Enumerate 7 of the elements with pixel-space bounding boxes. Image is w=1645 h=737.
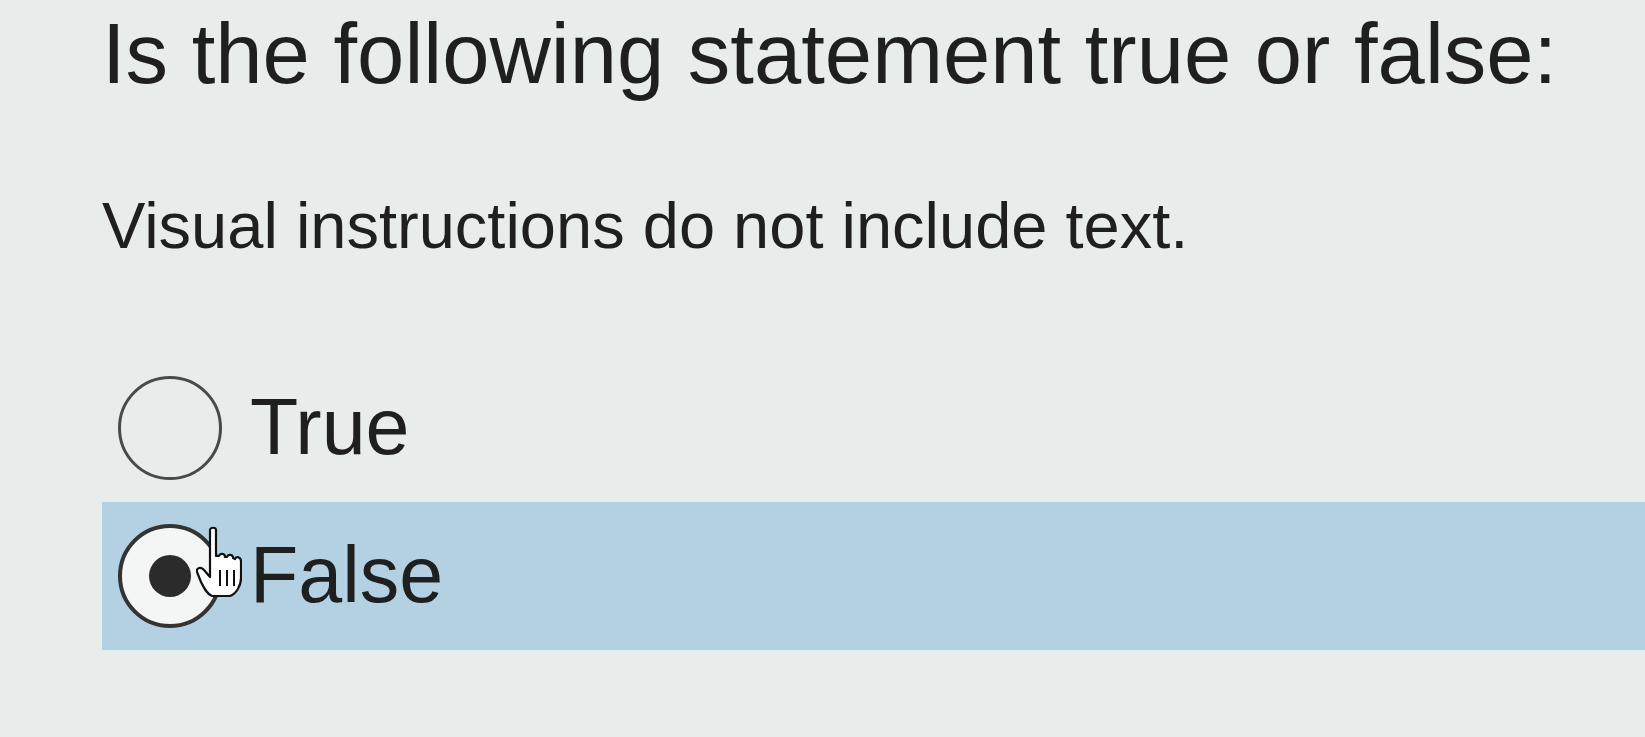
selected-option-highlight[interactable]: False: [102, 501, 1645, 650]
option-label[interactable]: False: [250, 530, 444, 622]
hand-cursor-icon: [196, 525, 242, 598]
question-statement: Visual instructions do not include text.: [102, 189, 1189, 264]
question-heading: Is the following statement true or false:: [102, 5, 1558, 103]
radio-button[interactable]: [118, 375, 222, 480]
option-label[interactable]: True: [250, 382, 410, 474]
